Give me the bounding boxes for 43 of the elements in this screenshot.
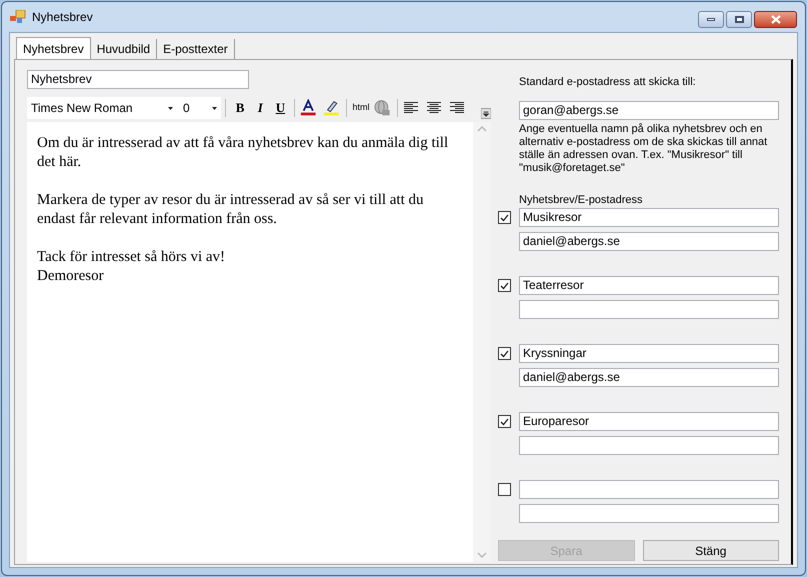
caret-icon [168,106,173,110]
overflow-icon[interactable] [480,108,492,118]
font-color-icon[interactable] [300,99,317,117]
bold-button[interactable]: B [230,98,250,118]
list-label: Nyhetsbrev/E-postadress [519,192,644,208]
italic-button[interactable]: I [250,98,270,118]
checkbox[interactable] [498,483,511,496]
caret-icon [212,106,217,110]
font-dropdown[interactable]: Times New Roman [27,97,177,119]
maximize-button[interactable] [726,11,752,28]
checkbox[interactable] [498,279,511,292]
app-icon [10,10,26,24]
window-title: Nyhetsbrev [32,9,93,26]
align-right-icon[interactable] [450,102,464,114]
newsletter-email-field[interactable]: daniel@abergs.se [519,368,779,387]
checkbox[interactable] [498,211,511,224]
close-icon [770,15,780,24]
size-dropdown[interactable]: 0 [179,97,221,119]
minimize-button[interactable] [698,11,724,28]
align-left-icon[interactable] [404,102,418,114]
globe-icon[interactable] [374,99,391,117]
newsletter-email-field[interactable]: daniel@abergs.se [519,232,779,251]
newsletter-email-field[interactable] [519,436,779,455]
checkbox[interactable] [498,415,511,428]
underline-button[interactable]: U [270,98,291,118]
newsletter-name-field[interactable]: Europaresor [519,412,779,431]
close-button[interactable] [754,11,797,28]
title-field[interactable]: Nyhetsbrev [27,70,249,89]
email-field[interactable]: goran@abergs.se [519,100,779,120]
newsletter-name-field[interactable] [519,480,779,499]
help-text: Ange eventuella namn på olika nyhetsbrev och en alternativ e-postadress om de ska skickas till annat ställe än adressen ovan. T.ex. "Musikresor" till "musik@foretaget.se" [519,122,768,174]
highlighter-icon[interactable] [322,99,340,117]
newsletter-email-field[interactable] [519,300,779,319]
field-label: Standard e-postadress att skicka till: [519,75,697,90]
html-button[interactable]: html [349,101,372,115]
align-center-icon[interactable] [426,102,441,114]
newsletter-name-field[interactable]: Teaterresor [519,276,779,295]
newsletter-email-field[interactable] [519,504,779,523]
newsletter-name-field[interactable]: Kryssningar [519,344,779,363]
checkbox[interactable] [498,347,511,360]
tab[interactable]: Nyhetsbrev [16,37,91,59]
newsletter-name-field[interactable]: Musikresor [519,208,779,227]
close-dialog-button[interactable]: Stäng [642,540,779,561]
